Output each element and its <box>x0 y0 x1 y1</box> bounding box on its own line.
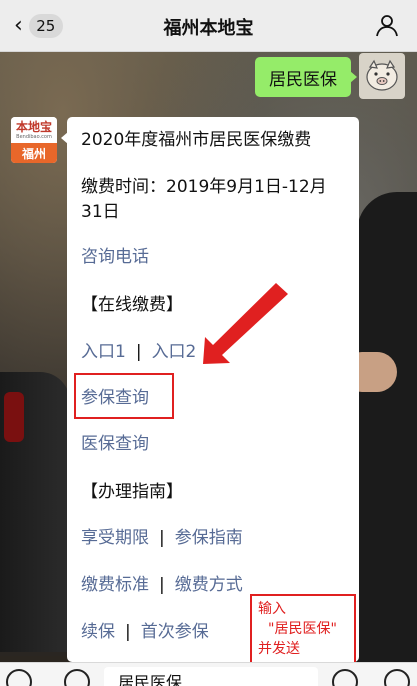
medical-query-link[interactable]: 医保查询 <box>81 431 349 457</box>
chat-title: 福州本地宝 <box>163 18 254 39</box>
plus-icon[interactable] <box>384 669 410 686</box>
highlight-box <box>74 373 174 419</box>
renew-link[interactable]: 续保 <box>81 622 115 642</box>
background-car-light <box>4 392 24 442</box>
annotation-line3: 并发送 <box>258 641 300 657</box>
background-person <box>357 192 417 672</box>
online-pay-header: 【在线缴费】 <box>81 295 183 315</box>
message-input[interactable]: 居民医保 <box>104 667 318 686</box>
pay-method-link[interactable]: 缴费方式 <box>175 575 243 595</box>
user-avatar[interactable] <box>359 53 405 99</box>
chat-header: ‹ 25 福州本地宝 <box>0 0 417 52</box>
sender-logo: 本地宝 Bendibao.com <box>11 117 57 143</box>
input-bar: 居民医保 <box>0 662 417 686</box>
pay-standard-link[interactable]: 缴费标准 <box>81 575 149 595</box>
payment-time-line1: 缴费时间：2019年9月1日-12月 <box>81 177 327 197</box>
benefit-period-link[interactable]: 享受期限 <box>81 528 149 548</box>
payment-time-line2: 31日 <box>81 202 120 222</box>
sender-avatar[interactable]: 本地宝 Bendibao.com 福州 <box>11 117 57 163</box>
annotation-note: 输入 "居民医保" 并发送 <box>250 594 356 664</box>
separator: | <box>135 342 142 362</box>
entry2-link[interactable]: 入口2 <box>152 342 197 362</box>
entry-links-row: 入口1 | 入口2 <box>81 339 349 365</box>
entry1-link[interactable]: 入口1 <box>81 342 126 362</box>
emoji-icon[interactable] <box>332 669 358 686</box>
sender-city: 福州 <box>11 143 57 163</box>
annotation-line1: 输入 <box>258 601 286 617</box>
first-insured-link[interactable]: 首次参保 <box>141 622 209 642</box>
consult-phone-link[interactable]: 咨询电话 <box>81 244 349 270</box>
separator: | <box>159 575 165 595</box>
guide-header: 【办理指南】 <box>81 482 183 502</box>
voice-icon[interactable] <box>64 669 90 686</box>
separator: | <box>125 622 131 642</box>
keyboard-toggle-icon[interactable] <box>6 669 32 686</box>
person-icon[interactable] <box>375 13 399 37</box>
separator: | <box>159 528 165 548</box>
card-title: 2020年度福州市居民医保缴费 <box>81 130 312 150</box>
guide-links-row1: 享受期限 | 参保指南 <box>81 525 349 551</box>
annotation-line2: "居民医保" <box>268 621 337 637</box>
pig-avatar-icon <box>366 59 398 91</box>
insured-guide-link[interactable]: 参保指南 <box>175 528 243 548</box>
sent-message-bubble[interactable]: 居民医保 <box>255 57 357 97</box>
